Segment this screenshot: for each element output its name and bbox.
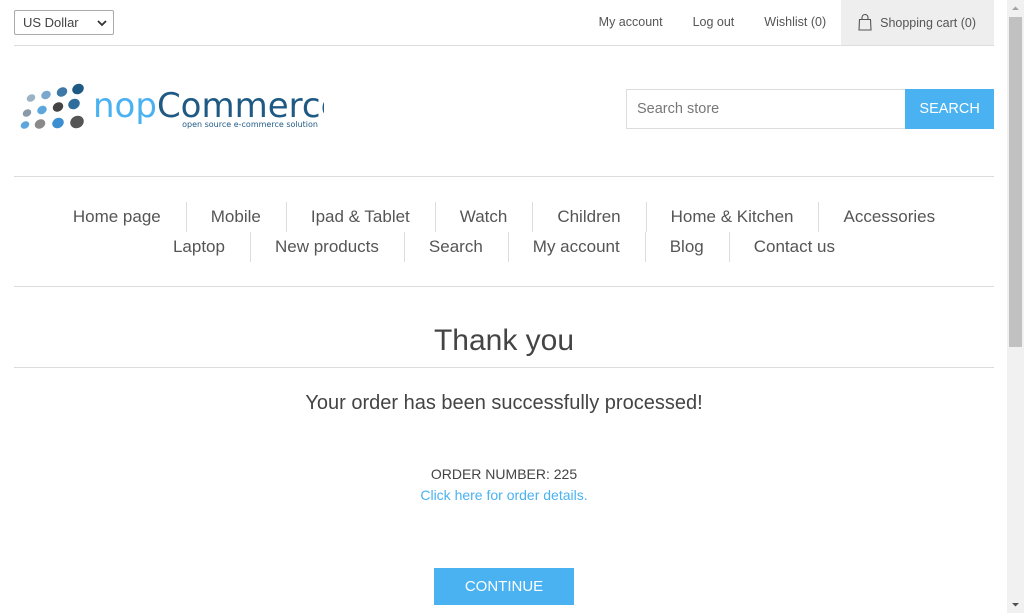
scroll-up-arrow-icon[interactable] — [1011, 4, 1020, 13]
menu-item-children[interactable]: Children — [532, 202, 645, 232]
logo-tagline: open source e-commerce solution — [182, 120, 318, 129]
menu-item-my-account[interactable]: My account — [507, 232, 645, 262]
currency-select[interactable]: US Dollar — [14, 10, 114, 35]
menu-item-mobile[interactable]: Mobile — [185, 202, 286, 232]
menu-item-home-kitchen[interactable]: Home & Kitchen — [645, 202, 819, 232]
shopping-bag-icon — [858, 14, 872, 31]
page-title-bar: Thank you — [14, 316, 994, 368]
log-out-link[interactable]: Log out — [678, 0, 750, 45]
search-box: Search — [626, 89, 994, 129]
vertical-scrollbar[interactable] — [1007, 0, 1024, 613]
order-details-link[interactable]: Click here for order details. — [14, 487, 994, 503]
chevron-down-icon — [97, 19, 107, 26]
order-number: ORDER NUMBER: 225 — [430, 466, 578, 482]
page-title: Thank you — [433, 324, 575, 357]
menu-row-2: Laptop New products Search My account Bl… — [14, 232, 994, 262]
menu-item-blog[interactable]: Blog — [644, 232, 729, 262]
top-menu: Home page Mobile Ipad & Tablet Watch Chi… — [14, 176, 994, 287]
menu-item-search[interactable]: Search — [403, 232, 508, 262]
page: US Dollar My account Log out Wishlist (0… — [14, 0, 994, 613]
menu-item-laptop[interactable]: Laptop — [148, 232, 250, 262]
menu-item-accessories[interactable]: Accessories — [818, 202, 960, 232]
search-button[interactable]: Search — [905, 89, 994, 129]
currency-select-value: US Dollar — [23, 15, 79, 30]
menu-item-home-page[interactable]: Home page — [48, 202, 186, 232]
shopping-cart-link[interactable]: Shopping cart (0) — [841, 0, 994, 45]
my-account-link[interactable]: My account — [584, 0, 678, 45]
menu-item-watch[interactable]: Watch — [434, 202, 533, 232]
header-links: My account Log out Wishlist (0) Shopping… — [584, 0, 994, 45]
menu-item-ipad-tablet[interactable]: Ipad & Tablet — [285, 202, 435, 232]
menu-row-1: Home page Mobile Ipad & Tablet Watch Chi… — [14, 202, 994, 232]
search-input[interactable] — [626, 89, 906, 129]
shopping-cart-label: Shopping cart (0) — [880, 15, 976, 30]
store-logo[interactable]: nopCommerce open source e-commerce solut… — [18, 80, 341, 136]
scrollbar-thumb[interactable] — [1009, 17, 1022, 347]
order-success-message: Your order has been successfully process… — [305, 392, 703, 414]
logo-dots — [20, 83, 84, 129]
nopcommerce-logo: nopCommerce open source e-commerce solut… — [20, 83, 341, 129]
menu-item-new-products[interactable]: New products — [249, 232, 404, 262]
menu-item-contact-us[interactable]: Contact us — [728, 232, 860, 262]
wishlist-link[interactable]: Wishlist (0) — [749, 0, 841, 45]
scroll-down-arrow-icon[interactable] — [1011, 600, 1020, 609]
header-links-bar: US Dollar My account Log out Wishlist (0… — [14, 0, 994, 46]
continue-button[interactable]: Continue — [434, 568, 574, 605]
